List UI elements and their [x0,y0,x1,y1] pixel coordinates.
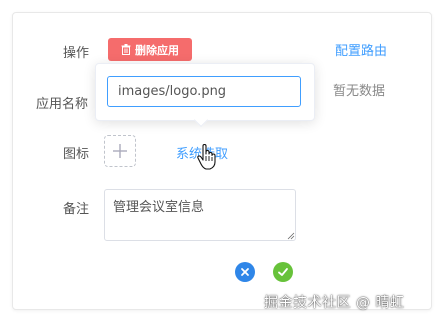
hand-cursor-icon [197,144,216,170]
close-icon [241,268,249,276]
remark-value: 管理会议室信息 [113,200,205,215]
cancel-button[interactable] [235,262,255,282]
app-name-label: 应用名称 [36,97,89,112]
no-data-text: 暂无数据 [333,84,386,99]
remark-label: 备注 [63,202,90,217]
icon-label: 图标 [63,147,90,162]
trash-icon [121,44,131,55]
resize-grip-icon[interactable] [287,232,295,240]
delete-app-label: 删除应用 [135,43,179,57]
confirm-button[interactable] [273,262,293,282]
icon-upload-box[interactable] [104,135,136,167]
config-route-link[interactable]: 配置路由 [335,40,387,59]
remark-textarea[interactable]: 管理会议室信息 [104,189,296,241]
watermark-text: 掘金技术社区 @ 晴虹 [264,295,405,311]
plus-icon [113,144,127,158]
check-icon [278,268,288,276]
operation-label: 操作 [63,46,90,61]
icon-path-input[interactable] [107,76,301,107]
delete-app-button[interactable]: 删除应用 [108,38,192,61]
